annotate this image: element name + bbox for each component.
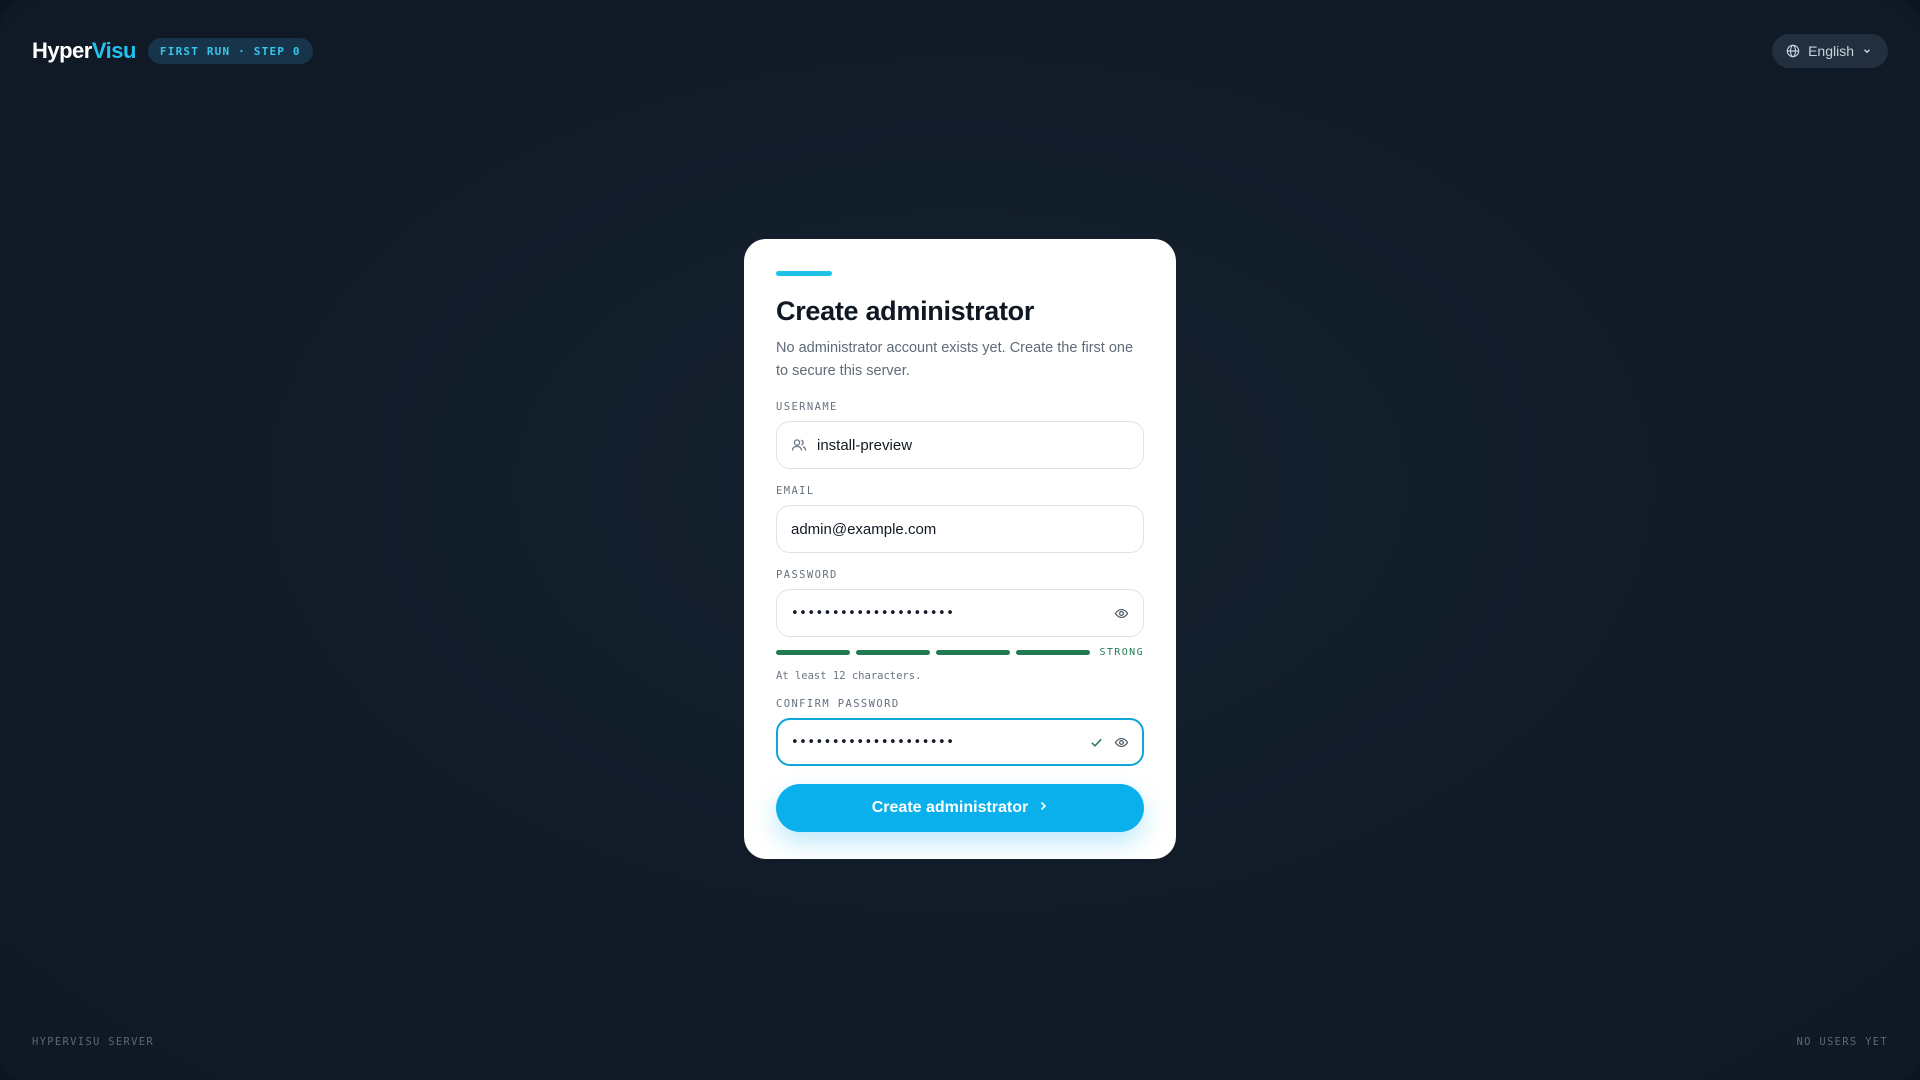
password-field (776, 589, 1144, 637)
language-selector[interactable]: English (1772, 34, 1888, 68)
users-icon (791, 437, 807, 453)
strength-segment (1016, 650, 1090, 655)
strength-segment (856, 650, 930, 655)
language-label: English (1808, 43, 1854, 59)
password-input[interactable] (791, 590, 1104, 636)
create-admin-card: Create administrator No administrator ac… (744, 239, 1176, 859)
strength-segment (776, 650, 850, 655)
eye-icon[interactable] (1114, 735, 1129, 750)
strength-segment (936, 650, 1010, 655)
app-frame: HyperVisu FIRST RUN · STEP 0 English Cre… (0, 0, 1920, 1080)
card-title: Create administrator (776, 296, 1035, 326)
email-field (776, 505, 1144, 553)
username-field-group: USERNAME (776, 401, 1144, 469)
globe-icon (1786, 44, 1800, 58)
username-input[interactable] (817, 422, 1129, 468)
step-badge: FIRST RUN · STEP 0 (147, 38, 313, 64)
footer-server-label: HYPERVISU SERVER (32, 1036, 154, 1048)
chevron-down-icon (1862, 46, 1872, 56)
confirm-password-input[interactable] (791, 720, 1079, 764)
email-input[interactable] (791, 506, 1129, 552)
logo: HyperVisu (32, 38, 136, 64)
confirm-password-label: CONFIRM PASSWORD (776, 698, 900, 710)
logo-accent: Visu (91, 38, 137, 63)
submit-label: Create administrator (871, 799, 1029, 816)
password-hint: At least 12 characters. (776, 670, 922, 682)
footer-status-label: NO USERS YET (1796, 1036, 1888, 1048)
confirm-password-field (776, 718, 1144, 766)
card-accent-bar (776, 271, 832, 276)
email-label: EMAIL (776, 485, 815, 497)
card-subtitle: No administrator account exists yet. Cre… (776, 340, 1134, 379)
strength-label: STRONG (1099, 647, 1144, 658)
logo-primary: Hyper (32, 38, 92, 63)
username-field (776, 421, 1144, 469)
confirm-password-field-group: CONFIRM PASSWORD (776, 698, 1144, 766)
chevron-right-icon (1038, 799, 1048, 817)
email-field-group: EMAIL (776, 485, 1144, 553)
create-administrator-button[interactable]: Create administrator (776, 784, 1144, 832)
top-bar: HyperVisu FIRST RUN · STEP 0 English (32, 34, 1888, 68)
password-field-group: PASSWORD STRONG At least 12 characters. (776, 569, 1144, 682)
eye-icon[interactable] (1114, 606, 1129, 621)
password-strength-meter: STRONG (776, 647, 1144, 658)
check-icon (1089, 735, 1104, 750)
username-label: USERNAME (776, 401, 838, 413)
password-label: PASSWORD (776, 569, 838, 581)
